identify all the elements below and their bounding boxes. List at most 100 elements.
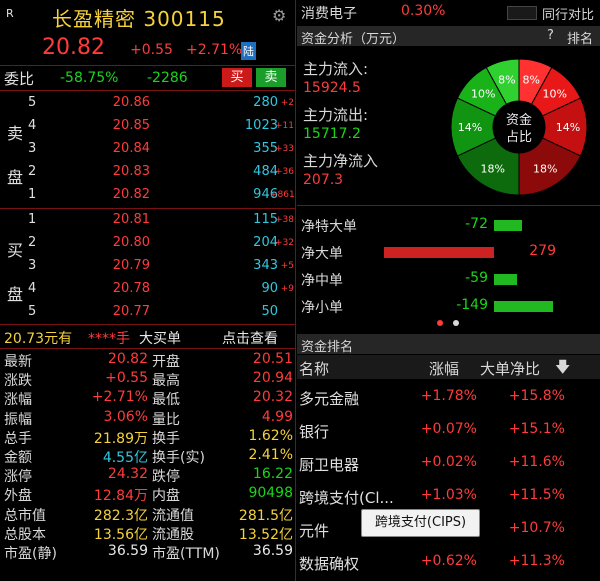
rank-row[interactable]: 银行 +0.07% +15.1% (297, 413, 600, 445)
divider (0, 90, 295, 91)
order-delta: +11 (275, 121, 294, 131)
stat-value: 282.3亿 (93, 507, 148, 524)
stat-row: 外盘 12.84万 内盘 90498 (0, 485, 295, 505)
rank-row[interactable]: 跨境支付(Cl... +1.03% +11.5% (297, 479, 600, 511)
rank-row[interactable]: 数据确权 +0.62% +11.3% (297, 545, 600, 577)
stat-value: 20.32 (252, 389, 293, 406)
buy-order-row[interactable]: 3 20.79 343 +5 (0, 255, 295, 278)
net-flow-row: 净中单 -59 (297, 267, 600, 291)
donut-slice-label: 10% (542, 87, 566, 100)
divider (0, 348, 295, 349)
help-icon[interactable]: ? (547, 28, 554, 43)
donut-slice-label: 8% (522, 74, 539, 87)
committee-diff: -2286 (147, 70, 188, 86)
stat-value: 281.5亿 (238, 507, 293, 524)
stat-label: 金额 (4, 450, 32, 466)
stat-label: 开盘 (152, 354, 180, 370)
stat-label: 最低 (152, 392, 180, 409)
page-dot-1[interactable] (437, 320, 443, 326)
fund-share-donut: 8%10%14%18%18%14%10%8% 资金 占比 (450, 58, 588, 196)
buy-order-row[interactable]: 1 20.81 115 +38 (0, 209, 295, 232)
outflow-value: 15717.2 (303, 126, 361, 142)
order-price: 20.84 (112, 141, 150, 156)
sell-order-row[interactable]: 1 20.82 946 +861 (0, 184, 295, 207)
col-pct[interactable]: 涨幅 (429, 358, 459, 379)
big-order-link[interactable]: 点击查看 (222, 328, 278, 348)
stat-value: 20.94 (252, 370, 293, 387)
stat-value: 4.55亿 (102, 450, 148, 466)
order-price: 20.80 (112, 235, 150, 250)
stat-value: 12.84万 (93, 488, 148, 505)
rank-link[interactable]: 排名 (567, 28, 593, 47)
buy-button[interactable]: 买 (222, 68, 252, 87)
sell-order-row[interactable]: 5 20.86 280 +2 (0, 92, 295, 115)
net-flow-label: 净中单 (301, 273, 343, 289)
sort-down-icon[interactable]: 🡇 (555, 357, 570, 382)
order-level: 2 (28, 164, 37, 179)
donut-center-line2: 占比 (506, 130, 532, 145)
quote-panel: R 长盈精密 300115 ⚙ 20.82 +0.55 +2.71% 陆 委比 … (0, 0, 296, 581)
order-level: 4 (28, 118, 37, 133)
rank-row[interactable]: 多元金融 +1.78% +15.8% (297, 380, 600, 412)
stat-value: 13.52亿 (238, 526, 293, 543)
committee-ratio: -58.75% (60, 70, 119, 86)
col-name[interactable]: 名称 (299, 358, 329, 379)
net-flow-bar (384, 247, 494, 258)
stat-row: 涨停 24.32 跌停 16.22 (0, 466, 295, 486)
last-price: 20.82 (42, 35, 105, 60)
stat-row: 涨幅 +2.71% 最低 20.32 (0, 389, 295, 409)
order-level: 5 (28, 95, 37, 110)
donut-slice-label: 14% (458, 121, 482, 134)
big-order-price: 20.73元有 (4, 331, 73, 347)
rank-name: 多元金融 (299, 390, 360, 408)
order-delta: +36 (275, 167, 294, 177)
sell-order-row[interactable]: 2 20.83 484 +36 (0, 161, 295, 184)
rank-col-header: 名称 涨幅 大单净比 🡇 (297, 355, 600, 379)
order-level: 1 (28, 212, 37, 227)
rank-name: 银行 (299, 423, 330, 441)
big-order-qty: ****手 (88, 331, 130, 347)
stat-value: 13.56亿 (93, 526, 148, 543)
rank-ratio: +10.7% (508, 520, 565, 536)
buy-order-row[interactable]: 4 20.78 90 +9 (0, 278, 295, 301)
donut-center-line1: 资金 (506, 112, 532, 128)
order-price: 20.82 (112, 187, 150, 202)
sell-order-row[interactable]: 4 20.85 1023 +11 (0, 115, 295, 138)
col-ratio[interactable]: 大单净比 (480, 358, 540, 379)
stat-value: 20.51 (252, 351, 293, 367)
stat-value: 24.32 (107, 466, 148, 483)
donut-slice-label: 8% (498, 74, 515, 87)
order-delta: +33 (275, 144, 294, 154)
stat-value: 4.99 (261, 408, 293, 425)
rank-pct: +0.62% (420, 553, 477, 569)
order-delta: +32 (275, 238, 294, 248)
stat-label: 总市值 (4, 507, 46, 524)
page-dot-2[interactable] (453, 320, 459, 326)
stat-row: 金额 4.55亿 换手(实) 2.41% (0, 447, 295, 466)
rank-name: 数据确权 (299, 555, 360, 573)
peer-compare-link[interactable]: 同行对比 (542, 4, 594, 23)
net-inflow-label: 主力净流入 (303, 152, 379, 170)
board-badge: 陆 (241, 42, 256, 60)
rank-row[interactable]: 厨卫电器 +0.02% +11.6% (297, 446, 600, 478)
net-flow-value: 279 (529, 243, 556, 259)
net-flow-row: 净小单 -149 (297, 294, 600, 318)
order-volume: 355 (253, 141, 278, 156)
donut-slice-label: 10% (471, 87, 495, 100)
net-flow-row: 净大单 279 (297, 240, 600, 264)
stat-row: 振幅 3.06% 量比 4.99 (0, 408, 295, 428)
rank-pct: +1.78% (420, 388, 477, 404)
sector-pct: 0.30% (401, 3, 446, 19)
buy-order-row[interactable]: 2 20.80 204 +32 (0, 232, 295, 255)
sector-name[interactable]: 消费电子 (301, 3, 357, 23)
sell-order-row[interactable]: 3 20.84 355 +33 (0, 138, 295, 161)
buy-order-row[interactable]: 5 20.77 50 (0, 301, 295, 324)
sell-button[interactable]: 卖 (256, 68, 286, 87)
order-volume: 115 (253, 212, 278, 227)
inflow-value: 15924.5 (303, 80, 361, 96)
stat-label: 跌停 (152, 469, 180, 486)
gear-icon[interactable]: ⚙ (272, 6, 286, 25)
net-flow-label: 净特大单 (301, 219, 357, 235)
order-volume: 50 (261, 304, 278, 319)
order-volume: 204 (253, 235, 278, 250)
